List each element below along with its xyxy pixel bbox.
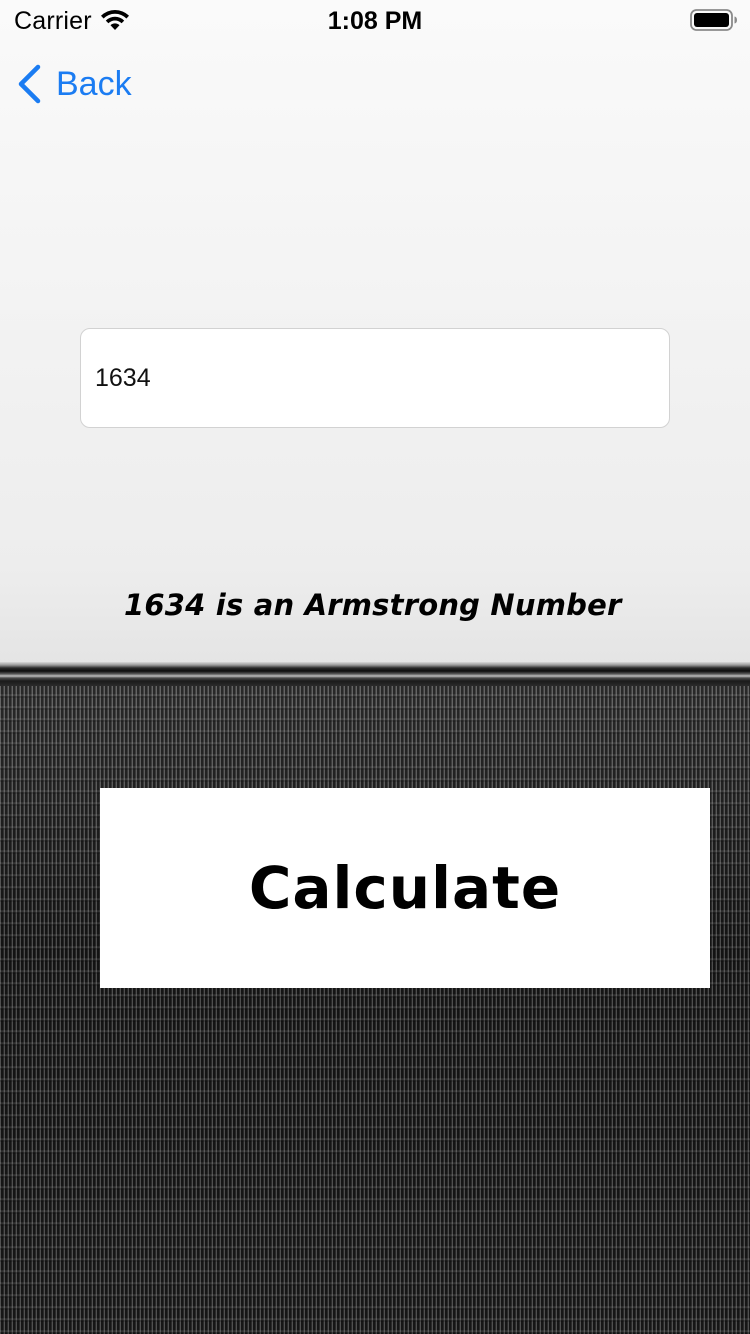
status-time: 1:08 PM (327, 7, 423, 35)
calculate-button[interactable]: Calculate (100, 788, 710, 988)
background-grille (0, 686, 750, 1334)
battery-icon (690, 9, 737, 31)
screen: Carrier 1:08 PM Back 1634 is an Armstron… (0, 0, 750, 1334)
back-label: Back (56, 64, 132, 103)
background-divider (0, 662, 750, 686)
chevron-left-icon (18, 64, 41, 104)
result-label: 1634 is an Armstrong Number (124, 588, 622, 622)
status-bar: Carrier 1:08 PM (0, 0, 750, 40)
number-input[interactable] (80, 328, 670, 428)
back-button[interactable]: Back (16, 60, 132, 108)
calculate-label: Calculate (248, 854, 562, 922)
